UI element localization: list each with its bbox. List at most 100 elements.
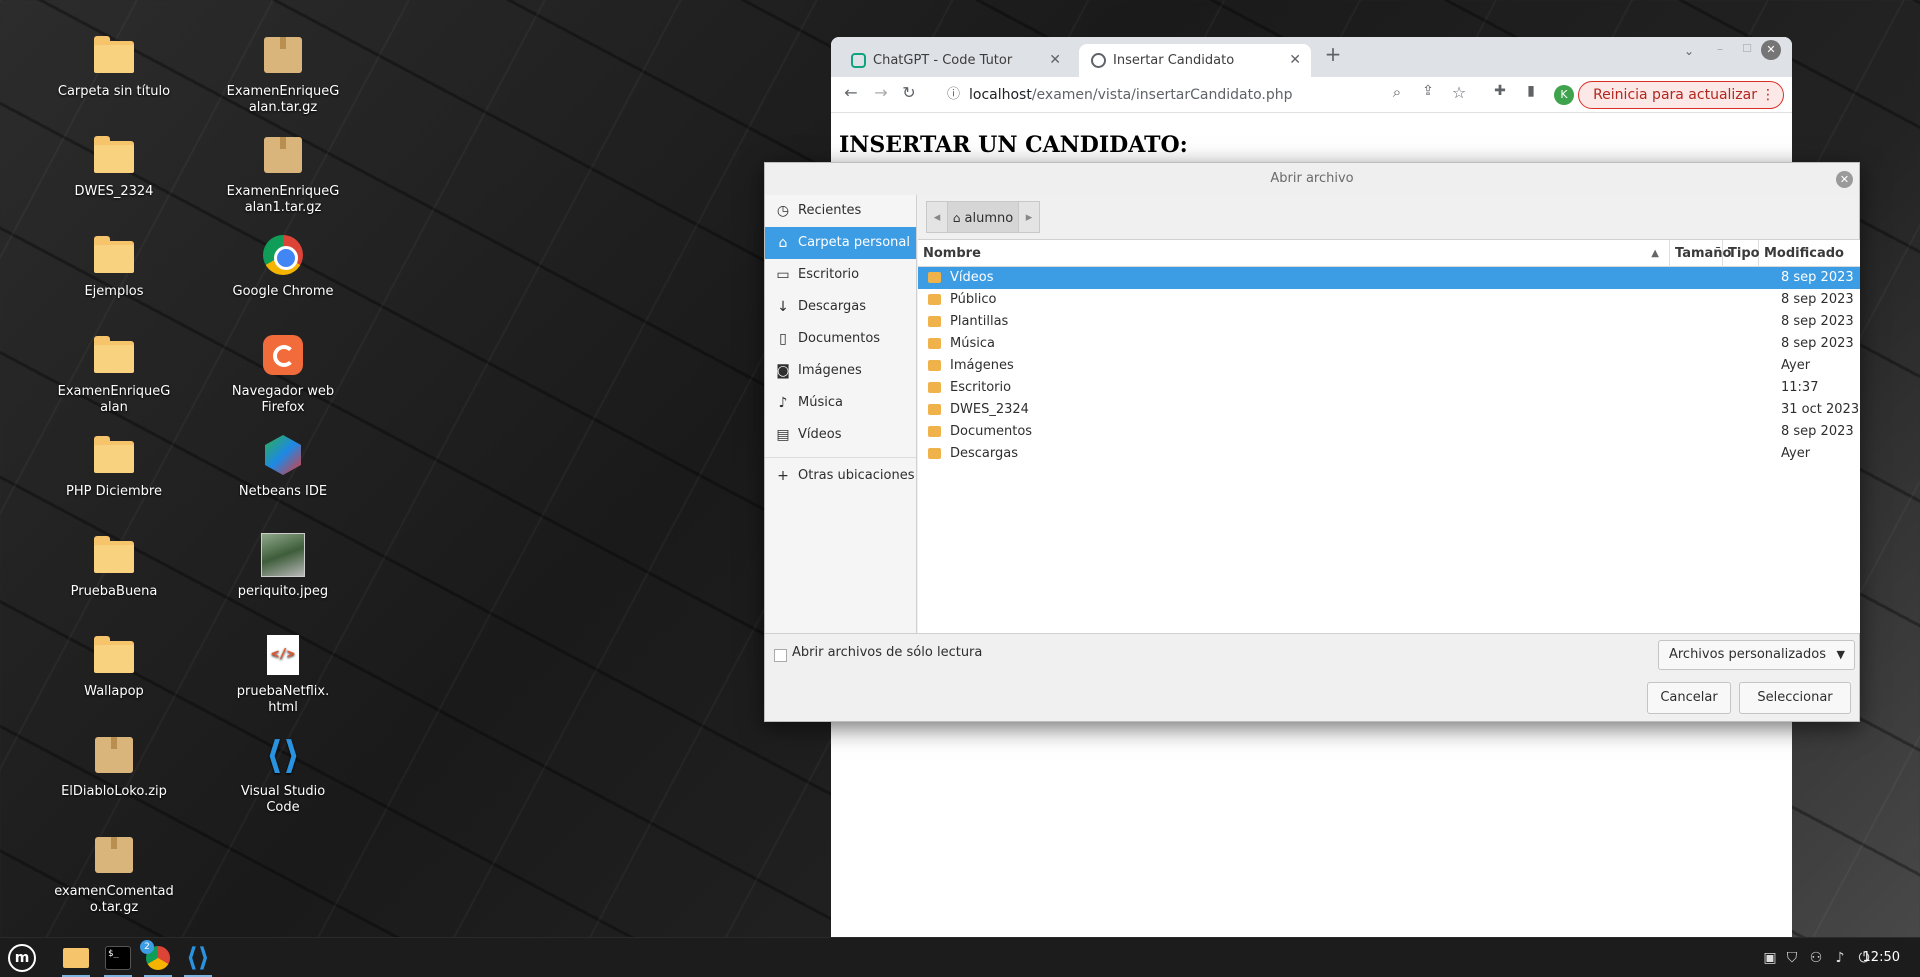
desktop-icon[interactable]: periquito.jpeg [208,531,358,600]
column-header-name[interactable]: Nombre ▲ [918,240,1670,267]
close-icon[interactable]: ✕ [1836,171,1853,188]
file-row[interactable]: Descargas Ayer [918,443,1860,465]
folder-icon [90,531,138,579]
sidebar-item-document[interactable]: ▯ Documentos [765,323,916,355]
file-row[interactable]: Imágenes Ayer [918,355,1860,377]
chevron-down-icon: ▼ [1836,648,1845,661]
extensions-icon[interactable]: ✚ [1488,83,1512,99]
cancel-button[interactable]: Cancelar [1647,682,1731,714]
taskbar-chrome[interactable]: 2 [138,938,178,977]
sidebar-item-label: Música [798,395,843,410]
readonly-checkbox[interactable] [774,649,787,662]
desktop-icon[interactable]: ExamenEnriqueG alan.tar.gz [208,31,358,116]
desktop-icon[interactable]: PHP Diciembre [39,431,189,500]
sidebar-item-desktop[interactable]: ▭ Escritorio [765,259,916,291]
close-icon[interactable]: ✕ [1289,44,1301,77]
sidebar-item-label: Imágenes [798,363,862,378]
close-window-icon[interactable]: ✕ [1761,40,1781,60]
desktop-icon-label: Carpeta sin título [57,84,171,99]
bookmark-star-icon[interactable]: ☆ [1447,83,1471,102]
desktop-icon[interactable]: examenComentad o.tar.gz [39,831,189,916]
mint-logo-icon: m [8,944,36,972]
column-header-size[interactable]: Tamaño [1670,240,1731,267]
file-filter-dropdown[interactable]: Archivos personalizados ▼ [1657,640,1855,670]
shield-icon[interactable]: ⛉ [1782,938,1802,977]
desktop-icon[interactable]: Wallapop [39,631,189,700]
profile-avatar[interactable]: K [1554,85,1574,105]
desktop-icon[interactable]: Ejemplos [39,231,189,300]
desktop-icon-label: Netbeans IDE [238,484,328,499]
start-menu-button[interactable]: m [2,938,42,977]
file-modified: 31 oct 2023 [1781,402,1860,417]
sidebar-item-music[interactable]: ♪ Música [765,387,916,419]
path-forward-icon[interactable]: ▸ [1018,201,1040,233]
tab-search-chevron-icon[interactable]: ⌄ [1677,44,1701,58]
select-button[interactable]: Seleccionar [1739,682,1851,714]
new-tab-icon[interactable]: + [1321,42,1345,66]
maximize-icon[interactable]: ☐ [1735,42,1759,55]
forward-icon[interactable]: → [869,83,893,102]
desktop-icon-label: Visual Studio Code [240,784,326,815]
desktop-icon[interactable]: Netbeans IDE [208,431,358,500]
volume-icon[interactable]: ♪ [1830,938,1850,977]
sidebar-item-clock[interactable]: ◷ Recientes [765,195,916,227]
desktop-icon[interactable]: Google Chrome [208,231,358,300]
desktop-icon[interactable]: </> pruebaNetflix. html [208,631,358,716]
desktop-icon[interactable]: ExamenEnriqueG alan [39,331,189,416]
taskbar-files[interactable] [56,938,96,977]
back-icon[interactable]: ← [839,83,863,102]
file-name: Documentos [950,424,1033,439]
desktop-icon[interactable]: PruebaBuena [39,531,189,600]
desktop-icon[interactable]: ElDiabloLoko.zip [39,731,189,800]
clipboard-icon[interactable]: ▣ [1760,938,1780,977]
close-icon[interactable]: ✕ [1049,44,1061,77]
column-header-modified[interactable]: Modificado [1759,240,1860,267]
file-row[interactable]: Plantillas 8 sep 2023 [918,311,1860,333]
desktop-icon-label: ExamenEnriqueG alan1.tar.gz [226,184,340,215]
zoom-icon[interactable]: ⌕ [1385,83,1409,101]
sidebar-item-film[interactable]: ▤ Vídeos [765,419,916,451]
sidebar-item-home[interactable]: ⌂ Carpeta personal [765,227,916,259]
file-row[interactable]: DWES_2324 31 oct 2023 [918,399,1860,421]
desktop-icon-label: PruebaBuena [70,584,158,599]
sidebar-item-other-locations[interactable]: + Otras ubicaciones [765,460,916,492]
minimize-icon[interactable]: – [1708,42,1732,56]
filter-label: Archivos personalizados [1668,647,1826,662]
file-row[interactable]: Vídeos 8 sep 2023 [918,267,1860,289]
taskbar-terminal[interactable]: $_ [98,938,138,977]
archive-icon [90,831,138,879]
desktop-icon[interactable]: ExamenEnriqueG alan1.tar.gz [208,131,358,216]
desktop-icon[interactable]: DWES_2324 [39,131,189,200]
folder-icon [928,360,941,371]
readonly-label[interactable]: Abrir archivos de sólo lectura [792,645,982,660]
kebab-menu-icon[interactable]: ⋮ [1761,82,1775,108]
update-button[interactable]: Reinicia para actualizar ⋮ [1578,81,1784,109]
network-icon[interactable]: ⚇ [1806,938,1826,977]
side-panel-icon[interactable]: ▮ [1519,83,1543,99]
file-modified: 8 sep 2023 [1781,292,1854,307]
file-row[interactable]: Público 8 sep 2023 [918,289,1860,311]
desktop-icon-label: ExamenEnriqueG alan.tar.gz [226,84,340,115]
taskbar-vscode[interactable]: ⟨⟩ [178,938,218,977]
address-bar[interactable]: ⓘ localhost/examen/vista/insertarCandida… [939,81,1359,109]
file-row[interactable]: Documentos 8 sep 2023 [918,421,1860,443]
share-icon[interactable]: ⇪ [1416,83,1440,99]
clock[interactable]: 12:50 [1863,938,1900,977]
desktop-icon-label: pruebaNetflix. html [236,684,330,715]
desktop-icon[interactable]: Navegador web Firefox [208,331,358,416]
path-back-icon[interactable]: ◂ [926,201,948,233]
reload-icon[interactable]: ↻ [897,83,921,102]
path-button-alumno[interactable]: ⌂ alumno [947,201,1019,233]
tab-chatgpt[interactable]: ChatGPT - Code Tutor ✕ [839,44,1071,77]
column-header-type[interactable]: Tipo [1723,240,1760,267]
globe-icon [1091,53,1106,68]
file-row[interactable]: Escritorio 11:37 [918,377,1860,399]
sidebar-item-download[interactable]: ↓ Descargas [765,291,916,323]
sidebar-item-camera[interactable]: ◙ Imágenes [765,355,916,387]
tab-insertar-candidato[interactable]: Insertar Candidato ✕ [1079,44,1311,77]
file-row[interactable]: Música 8 sep 2023 [918,333,1860,355]
desktop-icon[interactable]: Carpeta sin título [39,31,189,100]
desktop-icon[interactable]: ⟨⟩ Visual Studio Code [208,731,358,816]
sidebar-divider [765,457,916,458]
folder-icon [928,426,941,437]
